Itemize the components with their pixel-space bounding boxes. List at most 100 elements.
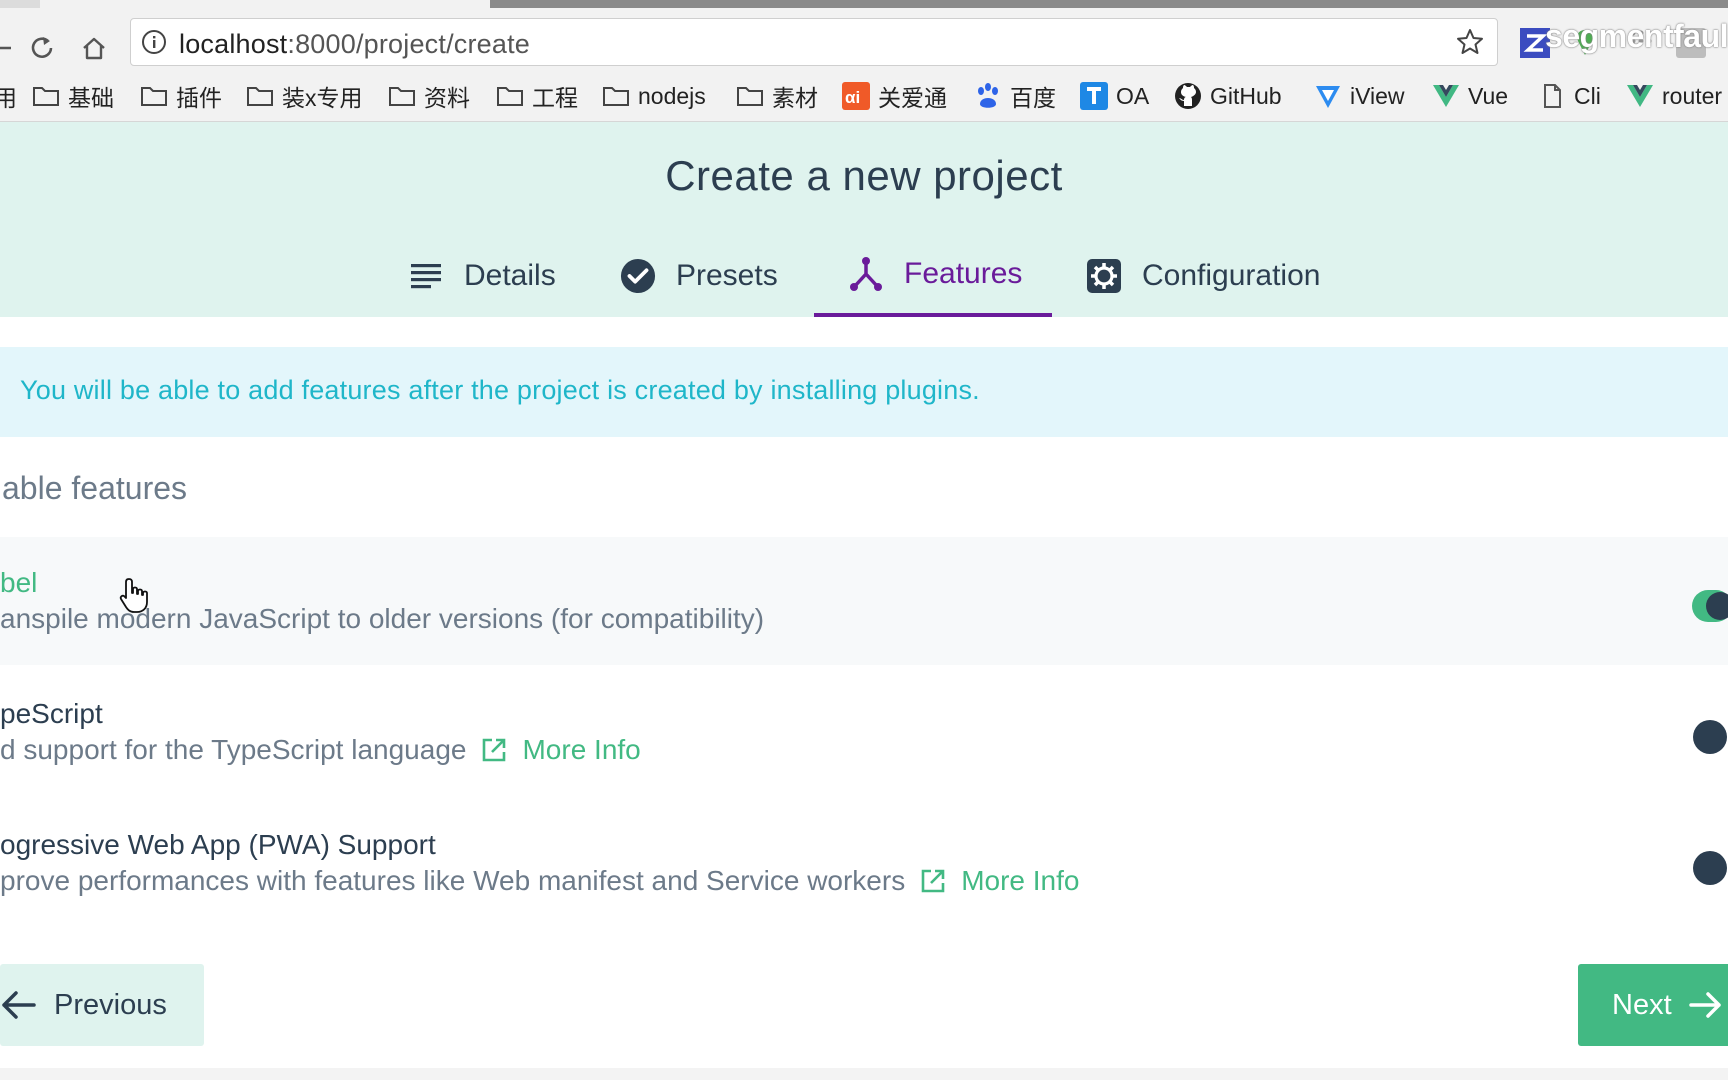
- tab-features[interactable]: Features: [814, 234, 1052, 317]
- bookmark-label: 基础: [68, 85, 114, 111]
- url-host: localhost: [179, 29, 288, 59]
- hand-cursor-icon: [119, 578, 148, 613]
- folder-icon: [497, 87, 523, 106]
- segmentfault-watermark: segmentfaul: [1545, 18, 1728, 54]
- bookmark-label: 资料: [424, 85, 470, 111]
- feature-item-babel[interactable]: bel anspile modern JavaScript to older v…: [0, 537, 1728, 665]
- page-bottom-edge: [0, 1068, 1728, 1080]
- bookmark-item[interactable]: OA: [1080, 78, 1149, 114]
- feature-item-pwa[interactable]: ogressive Web App (PWA) Support prove pe…: [0, 799, 1728, 927]
- tab-details[interactable]: Details: [374, 234, 590, 317]
- tab-strip-background: [490, 0, 1728, 8]
- feature-toggle-on[interactable]: [1692, 588, 1728, 624]
- list-icon: [408, 258, 444, 294]
- feature-item-typescript[interactable]: peScript d support for the TypeScript la…: [0, 668, 1728, 796]
- bookmark-item[interactable]: nodejs: [602, 78, 706, 114]
- bookmark-item[interactable]: router: [1626, 78, 1722, 114]
- browser-tab-strip: [0, 0, 1728, 8]
- feature-description: anspile modern JavaScript to older versi…: [0, 603, 764, 635]
- feature-name: bel: [0, 567, 38, 598]
- bookmark-item[interactable]: 装x专用: [246, 78, 363, 114]
- bookmark-item[interactable]: Vue: [1432, 78, 1508, 114]
- bookmark-prefix[interactable]: 用: [0, 78, 17, 114]
- more-info-label: More Info: [961, 865, 1080, 896]
- page-icon: [1544, 84, 1561, 108]
- baidu-paw-icon: [978, 83, 998, 108]
- feature-description-text: d support for the TypeScript language: [0, 734, 467, 765]
- bookmark-item[interactable]: 资料: [388, 78, 470, 114]
- arrow-left-icon: [2, 991, 36, 1019]
- tab-label: Presets: [676, 258, 778, 292]
- folder-icon: [33, 87, 59, 106]
- vue-icon: [1627, 85, 1653, 107]
- feature-description-text: prove performances with features like We…: [0, 865, 906, 896]
- arrow-right-icon: [1688, 992, 1721, 1018]
- tab-label: Details: [464, 258, 556, 292]
- bookmark-item[interactable]: GitHub: [1174, 78, 1282, 114]
- bookmark-label: 插件: [176, 85, 222, 111]
- feature-name: ogressive Web App (PWA) Support: [0, 829, 436, 860]
- tab-label: Configuration: [1142, 258, 1321, 292]
- feature-toggle-off[interactable]: [1692, 719, 1728, 755]
- feature-name: peScript: [0, 698, 103, 729]
- folder-icon: [141, 87, 167, 106]
- home-icon[interactable]: [76, 30, 112, 66]
- bookmarks-bar: 用 基础 插件 装x专用 资料 工程 nodejs 素材 αi 关爱通 百度 O…: [0, 72, 1728, 122]
- bookmark-label: GitHub: [1210, 82, 1282, 109]
- bookmark-star-icon[interactable]: [1455, 27, 1485, 57]
- bookmark-label: iView: [1350, 82, 1405, 109]
- external-link-icon: [921, 869, 945, 893]
- gear-icon: [1086, 258, 1122, 294]
- reload-icon[interactable]: [24, 30, 60, 66]
- step-tabs: Details Presets Features Configuration: [0, 234, 1728, 317]
- check-circle-icon: [620, 258, 656, 294]
- previous-button[interactable]: Previous: [0, 964, 204, 1046]
- bookmark-item[interactable]: 基础: [32, 78, 114, 114]
- branch-icon: [848, 256, 884, 292]
- feature-toggle-off[interactable]: [1692, 850, 1728, 886]
- url-path: :8000/project/create: [287, 29, 531, 59]
- bookmark-prefix-label: 用: [0, 85, 17, 111]
- bookmark-item[interactable]: 百度: [974, 78, 1056, 114]
- t-logo-icon: [1080, 82, 1108, 110]
- next-label: Next: [1612, 988, 1672, 1021]
- bookmark-label: 百度: [1010, 85, 1056, 111]
- bookmark-item[interactable]: 素材: [736, 78, 818, 114]
- bookmark-item[interactable]: 工程: [496, 78, 578, 114]
- site-info-icon[interactable]: [141, 29, 167, 55]
- bookmark-label: 素材: [772, 85, 818, 111]
- folder-icon: [247, 87, 273, 106]
- feature-description: d support for the TypeScript language Mo…: [0, 734, 641, 766]
- bookmark-label: nodejs: [638, 82, 706, 109]
- tab-configuration[interactable]: Configuration: [1052, 234, 1354, 317]
- url-text[interactable]: localhost:8000/project/create: [179, 29, 530, 60]
- folder-icon: [737, 87, 763, 106]
- ai-logo-icon: αi: [842, 82, 870, 110]
- bookmark-item[interactable]: iView: [1314, 78, 1405, 114]
- bookmark-label: 装x专用: [282, 85, 363, 111]
- vue-icon: [1433, 85, 1459, 107]
- active-tab[interactable]: [40, 0, 490, 8]
- bookmark-item[interactable]: 插件: [140, 78, 222, 114]
- previous-label: Previous: [54, 988, 167, 1021]
- more-info-link[interactable]: More Info: [480, 734, 641, 766]
- feature-description-text: anspile modern JavaScript to older versi…: [0, 603, 765, 634]
- feature-description: prove performances with features like We…: [0, 865, 1079, 897]
- info-banner-text: You will be able to add features after t…: [20, 375, 980, 405]
- forward-icon[interactable]: [0, 30, 22, 66]
- section-title: able features: [2, 470, 188, 506]
- bookmark-label: Cli: [1574, 82, 1601, 109]
- bookmark-item[interactable]: Cli: [1538, 78, 1601, 114]
- more-info-label: More Info: [522, 734, 641, 765]
- iview-icon: [1316, 86, 1340, 108]
- bookmark-label: router: [1662, 82, 1723, 109]
- more-info-link[interactable]: More Info: [919, 865, 1079, 897]
- svg-text:αi: αi: [845, 88, 860, 107]
- tab-presets[interactable]: Presets: [586, 234, 812, 317]
- next-button[interactable]: Next: [1578, 964, 1728, 1046]
- external-link-icon: [483, 738, 506, 762]
- page-header: Create a new project Details Presets Fea…: [0, 122, 1728, 317]
- address-bar[interactable]: localhost:8000/project/create: [130, 18, 1498, 66]
- bookmark-item[interactable]: αi 关爱通: [842, 78, 947, 114]
- folder-icon: [389, 87, 415, 106]
